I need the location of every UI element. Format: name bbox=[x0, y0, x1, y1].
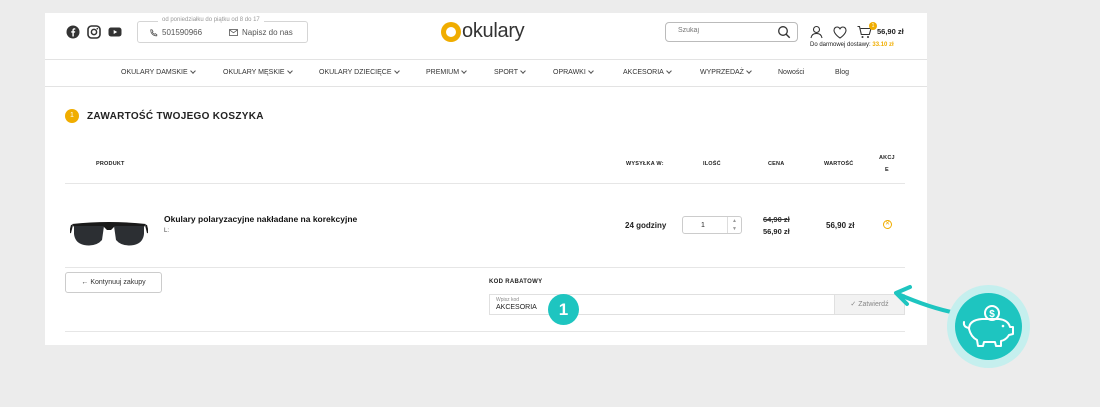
chevron-down-icon bbox=[746, 68, 752, 74]
user-icon[interactable] bbox=[810, 25, 823, 39]
free-shipping-info: Do darmowej dostawy: 33.10 zł bbox=[810, 42, 894, 48]
divider bbox=[65, 331, 905, 332]
nav-label: Nowości bbox=[778, 69, 805, 76]
chevron-down-icon bbox=[286, 68, 293, 74]
product-image[interactable] bbox=[70, 220, 148, 250]
free-shipping-amount: 33.10 zł bbox=[872, 42, 894, 48]
col-header-value: WARTOŚĆ bbox=[824, 161, 854, 167]
nav-item-okulary-meskie[interactable]: OKULARY MĘSKIE bbox=[223, 68, 293, 76]
col-header-shipping: WYSYŁKA W: bbox=[626, 161, 664, 167]
nav-label: OKULARY DZIECIĘCE bbox=[319, 69, 392, 76]
coupon-placeholder: Wpisz kod bbox=[496, 297, 520, 303]
mail-label: Napisz do nas bbox=[242, 28, 293, 37]
divider bbox=[65, 267, 905, 268]
free-shipping-label: Do darmowej dostawy: bbox=[810, 42, 871, 48]
old-price: 64,90 zł bbox=[763, 215, 790, 224]
logo-mark bbox=[441, 21, 461, 42]
chevron-down-icon bbox=[666, 68, 672, 74]
divider bbox=[65, 183, 905, 184]
product-variant: L: bbox=[164, 228, 170, 234]
nav-label: Blog bbox=[835, 69, 850, 76]
nav-item-okulary-dzieciece[interactable]: OKULARY DZIECIĘCE bbox=[319, 68, 400, 76]
cart-count-badge: 1 bbox=[869, 22, 877, 30]
step-badge: 1 bbox=[65, 109, 79, 123]
cart-page: od poniedziałku do piątku od 8 do 17 501… bbox=[45, 13, 927, 345]
cart-section-title: 1 ZAWARTOŚĆ TWOJEGO KOSZYKA bbox=[65, 109, 264, 123]
chevron-down-icon bbox=[461, 68, 467, 74]
cart-title: ZAWARTOŚĆ TWOJEGO KOSZYKA bbox=[87, 110, 264, 122]
continue-shopping-button[interactable]: ← Kontynuuj zakupy bbox=[65, 272, 162, 293]
col-header-price: CENA bbox=[768, 161, 785, 167]
product-name[interactable]: Okulary polaryzacyjne nakładane na korek… bbox=[164, 214, 357, 224]
nav-item-blog[interactable]: Blog bbox=[835, 69, 849, 76]
phone-link[interactable]: 501590966 bbox=[150, 28, 202, 37]
current-price: 56,90 zł bbox=[763, 227, 790, 236]
chevron-up-icon[interactable]: ▲ bbox=[728, 217, 741, 225]
nav-label: PREMIUM bbox=[426, 69, 460, 76]
nav-item-sport[interactable]: SPORT bbox=[494, 68, 526, 76]
shipping-time: 24 godziny bbox=[625, 221, 667, 230]
nav-item-nowosci[interactable]: Nowości bbox=[778, 69, 804, 76]
search-box bbox=[665, 22, 798, 42]
nav-item-okulary-damskie[interactable]: OKULARY DAMSKIE bbox=[121, 68, 196, 76]
phone-icon bbox=[150, 28, 158, 36]
col-header-qty: ILOŚĆ bbox=[703, 161, 721, 167]
close-icon: ✕ bbox=[884, 221, 891, 227]
cart-total[interactable]: 56,90 zł bbox=[877, 27, 904, 36]
site-logo[interactable]: okulary bbox=[441, 20, 525, 43]
step-marker: 1 bbox=[548, 294, 579, 325]
contact-box: od poniedziałku do piątku od 8 do 17 501… bbox=[137, 17, 308, 43]
chevron-down-icon[interactable]: ▼ bbox=[728, 225, 741, 233]
phone-number: 501590966 bbox=[162, 28, 203, 37]
nav-item-oprawki[interactable]: OPRAWKI bbox=[553, 68, 594, 76]
search-icon[interactable] bbox=[777, 25, 791, 39]
search-input[interactable] bbox=[678, 27, 768, 34]
social-links bbox=[66, 25, 122, 39]
mail-icon bbox=[229, 29, 238, 36]
quantity-stepper[interactable]: 1 ▲ ▼ bbox=[682, 216, 742, 234]
heart-icon[interactable] bbox=[833, 25, 847, 39]
nav-label: OKULARY DAMSKIE bbox=[121, 69, 188, 76]
top-bar: od poniedziałku do piątku od 8 do 17 501… bbox=[45, 13, 927, 59]
col-header-actions-line2: E bbox=[885, 167, 889, 173]
remove-item-button[interactable]: ✕ bbox=[883, 220, 892, 229]
opening-hours: od poniedziałku do piątku od 8 do 17 bbox=[158, 17, 264, 23]
piggy-bank-badge: $ bbox=[955, 293, 1022, 360]
coupon-label: KOD RABATOWY bbox=[489, 279, 543, 285]
chevron-down-icon bbox=[393, 68, 400, 74]
nav-item-wyprzedaz[interactable]: WYPRZEDAŻ bbox=[700, 68, 752, 76]
youtube-icon[interactable] bbox=[108, 25, 122, 39]
col-header-product: PRODUKT bbox=[96, 161, 125, 167]
nav-label: SPORT bbox=[494, 69, 518, 76]
chevron-down-icon bbox=[587, 68, 594, 74]
nav-label: AKCESORIA bbox=[623, 69, 664, 76]
quantity-spinner: ▲ ▼ bbox=[727, 217, 741, 233]
nav-item-premium[interactable]: PREMIUM bbox=[426, 68, 467, 76]
chevron-down-icon bbox=[520, 68, 526, 74]
logo-text: okulary bbox=[462, 20, 525, 42]
piggy-bank-icon: $ bbox=[962, 305, 1014, 347]
line-value: 56,90 zł bbox=[826, 221, 855, 230]
chevron-down-icon bbox=[189, 68, 196, 74]
nav-item-akcesoria[interactable]: AKCESORIA bbox=[623, 68, 672, 76]
nav-label: OPRAWKI bbox=[553, 69, 586, 76]
nav-label: WYPRZEDAŻ bbox=[700, 69, 744, 76]
main-nav: OKULARY DAMSKIE OKULARY MĘSKIE OKULARY D… bbox=[45, 59, 927, 87]
col-header-actions-line1: AKCJ bbox=[879, 155, 895, 161]
mail-link[interactable]: Napisz do nas bbox=[229, 28, 293, 37]
header-tools bbox=[810, 25, 872, 39]
coupon-input[interactable]: AKCESORIA bbox=[496, 304, 537, 311]
quantity-value[interactable]: 1 bbox=[701, 222, 705, 229]
nav-label: OKULARY MĘSKIE bbox=[223, 69, 285, 76]
facebook-icon[interactable] bbox=[66, 25, 80, 39]
instagram-icon[interactable] bbox=[87, 25, 101, 39]
